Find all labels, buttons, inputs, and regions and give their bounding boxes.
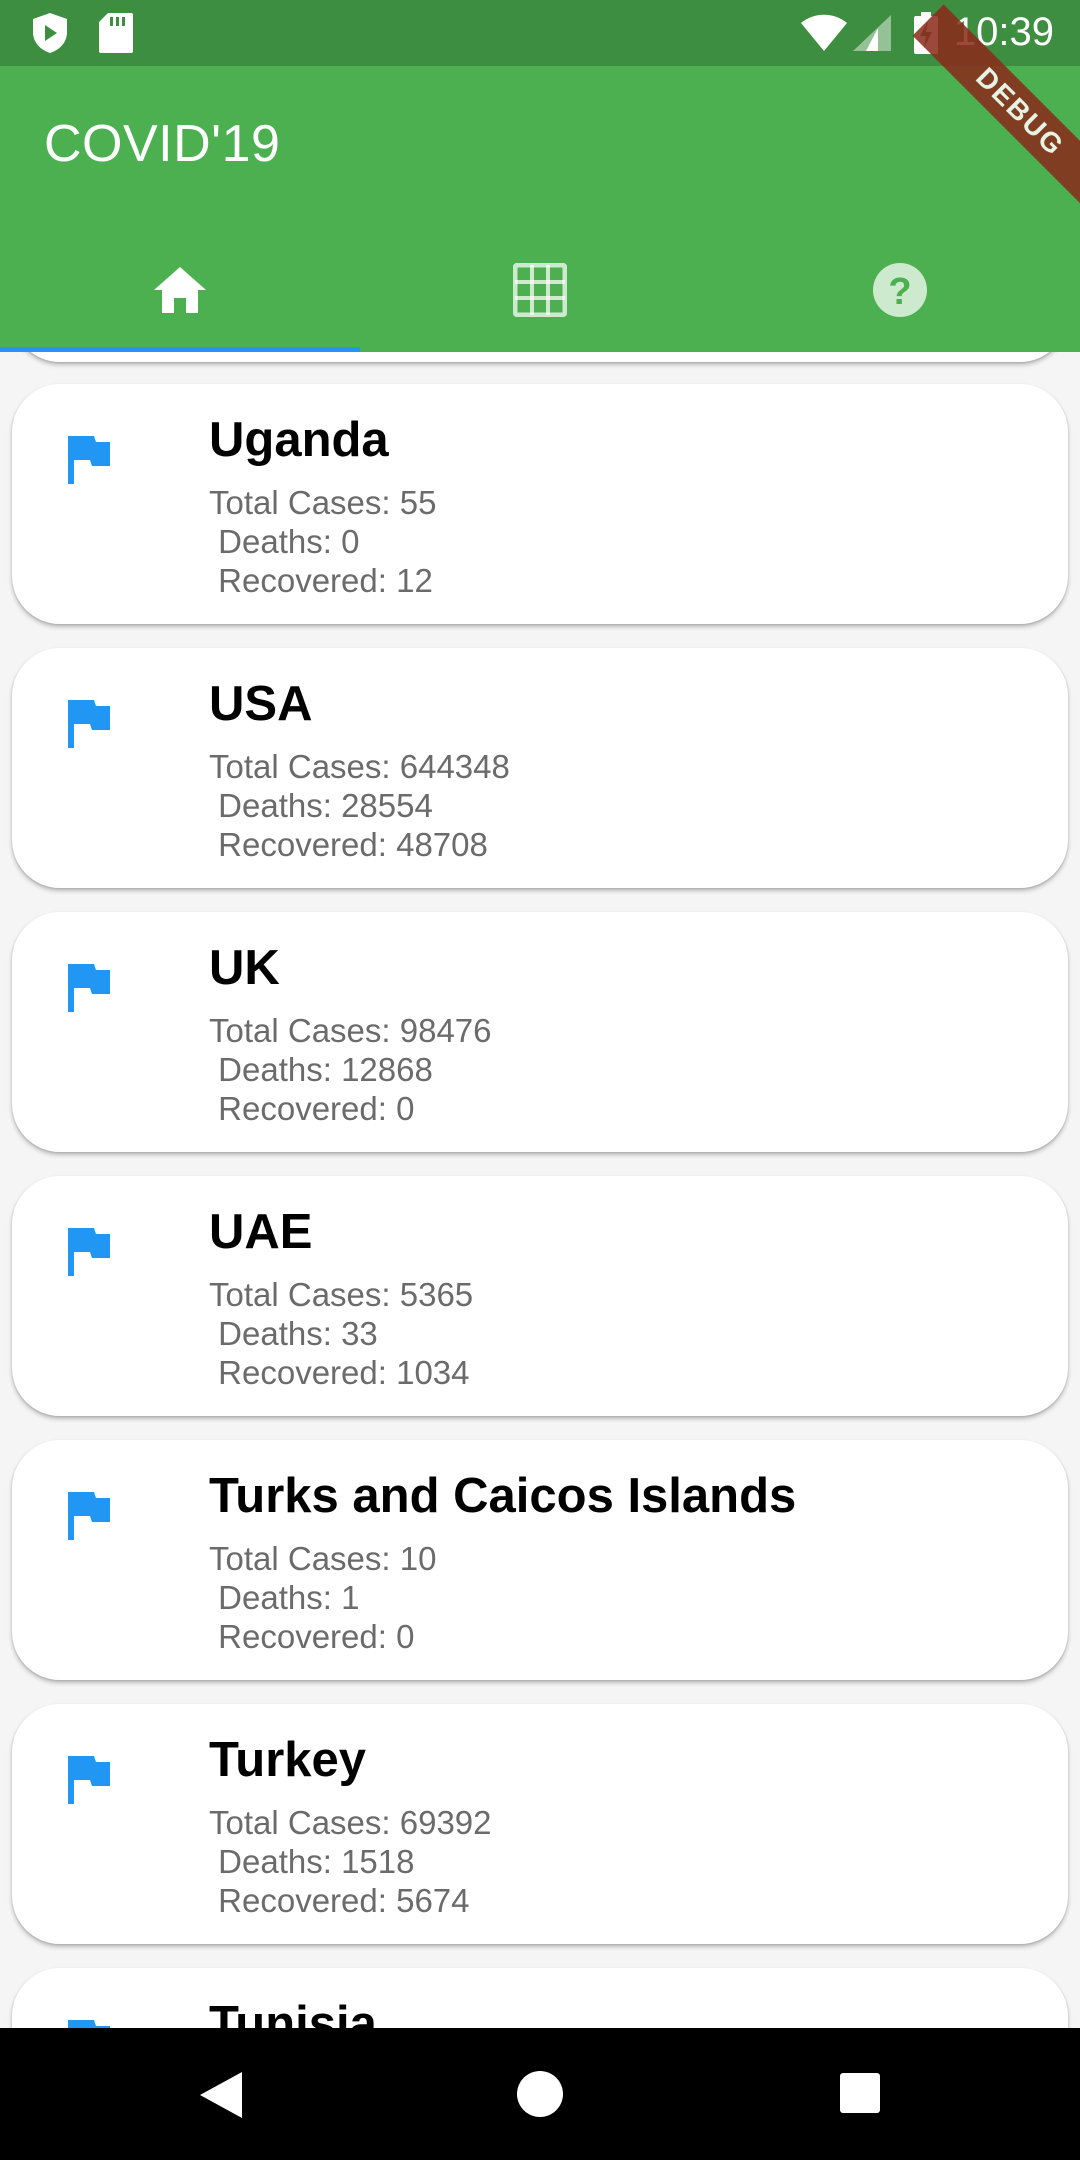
country-list[interactable]: Uganda Total Cases: 55 Deaths: 0 Recover… [0, 352, 1080, 2028]
total-cases: Total Cases: 10 [209, 1540, 437, 1577]
recovered: Recovered: 48708 [209, 826, 488, 863]
tab-help[interactable]: ? [720, 232, 1080, 352]
country-name: Turks and Caicos Islands [209, 1469, 797, 1523]
country-name: Turkey [209, 1733, 367, 1787]
country-card[interactable]: Turkey Total Cases: 69392 Deaths: 1518 R… [12, 1704, 1068, 1944]
country-card[interactable]: UAE Total Cases: 5365 Deaths: 33 Recover… [12, 1176, 1068, 1416]
country-name: UK [209, 941, 280, 995]
flag-icon [66, 962, 112, 1019]
flag-icon [66, 2018, 112, 2028]
total-cases: Total Cases: 55 [209, 484, 437, 521]
deaths: Deaths: 1 [209, 1579, 360, 1616]
deaths: Deaths: 28554 [209, 787, 433, 824]
recovered: Recovered: 1034 [209, 1354, 470, 1391]
flag-icon [66, 1754, 112, 1811]
country-name: Uganda [209, 413, 389, 467]
country-card[interactable]: Turks and Caicos Islands Total Cases: 10… [12, 1440, 1068, 1680]
flag-icon [66, 698, 112, 755]
deaths: Deaths: 33 [209, 1315, 378, 1352]
wifi-icon [800, 14, 848, 57]
svg-text:?: ? [888, 271, 911, 313]
help-icon: ? [872, 262, 928, 323]
country-name: Tunisia [209, 1997, 377, 2028]
total-cases: Total Cases: 98476 [209, 1012, 492, 1049]
country-name: UAE [209, 1205, 313, 1259]
app-screen: 10:39 COVID'19 ? DEBUG Uganda Total Case… [0, 0, 1080, 2160]
flag-icon [66, 1226, 112, 1283]
tab-grid[interactable] [360, 232, 720, 352]
total-cases: Total Cases: 644348 [209, 748, 510, 785]
shield-play-icon [30, 12, 70, 59]
deaths: Deaths: 0 [209, 523, 360, 560]
app-title: COVID'19 [44, 115, 281, 173]
signal-icon [852, 14, 892, 57]
home-icon [153, 265, 207, 320]
country-card[interactable]: UK Total Cases: 98476 Deaths: 12868 Reco… [12, 912, 1068, 1152]
recovered: Recovered: 0 [209, 1618, 415, 1655]
flag-icon [66, 434, 112, 491]
tab-bar: ? [0, 232, 1080, 352]
recovered: Recovered: 5674 [209, 1882, 470, 1919]
recents-icon[interactable] [839, 2072, 881, 2119]
grid-icon [512, 262, 568, 322]
home-circle-icon[interactable] [516, 2070, 564, 2123]
recovered: Recovered: 0 [209, 1090, 415, 1127]
total-cases: Total Cases: 5365 [209, 1276, 474, 1313]
system-nav-bar [0, 2028, 1080, 2160]
country-card[interactable]: Tunisia [12, 1968, 1068, 2028]
country-card-partial-top[interactable] [12, 352, 1068, 362]
recovered: Recovered: 12 [209, 562, 433, 599]
country-name: USA [209, 677, 313, 731]
total-cases: Total Cases: 69392 [209, 1804, 492, 1841]
sd-card-icon [98, 12, 134, 59]
country-card[interactable]: USA Total Cases: 644348 Deaths: 28554 Re… [12, 648, 1068, 888]
country-card[interactable]: Uganda Total Cases: 55 Deaths: 0 Recover… [12, 384, 1068, 624]
back-icon[interactable] [198, 2070, 244, 2125]
flag-icon [66, 1490, 112, 1547]
tab-home[interactable] [0, 232, 360, 352]
deaths: Deaths: 1518 [209, 1843, 415, 1880]
deaths: Deaths: 12868 [209, 1051, 433, 1088]
app-bar: COVID'19 ? DEBUG [0, 4, 1080, 352]
